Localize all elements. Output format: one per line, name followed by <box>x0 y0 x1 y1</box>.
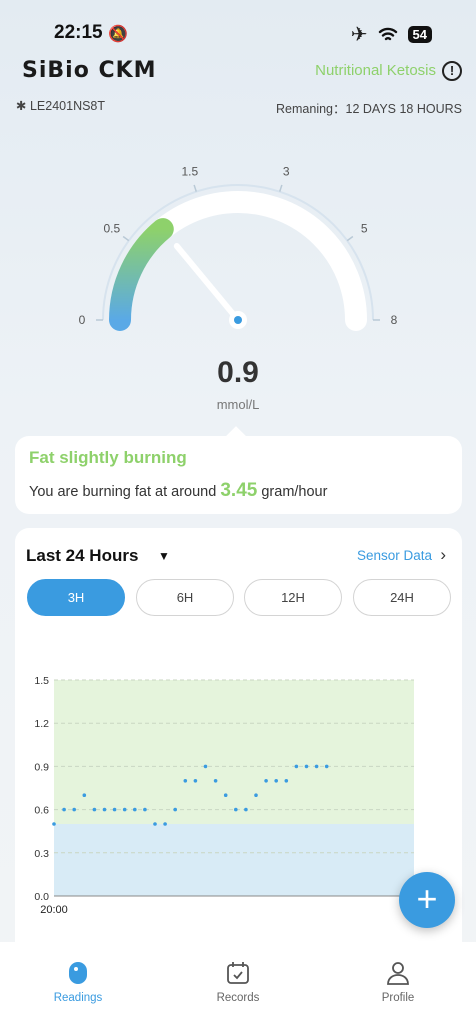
chart-point <box>314 764 319 769</box>
chart-point <box>254 793 258 797</box>
sensor-remaining: Remaning：12 DAYS 18 HOURS <box>276 102 462 116</box>
gauge-tick-label: 8 <box>391 313 398 327</box>
chart-point <box>82 793 87 797</box>
chart-point <box>122 807 127 812</box>
chart-point <box>244 807 248 812</box>
chart-point <box>284 779 289 783</box>
fat-burn-title: Fat slightly burning <box>29 448 187 467</box>
gauge-tick <box>279 184 283 192</box>
app-logo: SiBio CKM <box>22 58 157 83</box>
fat-burn-prefix: You are burning fat at around <box>29 484 217 500</box>
segment-3h[interactable]: 3H <box>27 579 125 616</box>
gauge-tick-label: 1.5 <box>181 165 198 179</box>
gauge-tick-label: 5 <box>361 221 368 235</box>
gauge-tick-label: 0.5 <box>103 221 120 235</box>
range-dropdown[interactable]: Last 24 Hours <box>26 546 138 566</box>
tab-profile-label: Profile <box>381 992 415 1004</box>
segment-6h[interactable]: 6H <box>136 579 234 616</box>
chart-band <box>54 824 414 896</box>
gauge-hub-dot <box>234 316 242 324</box>
chart-point <box>62 807 66 812</box>
device-id: ✱ LE2401NS8T <box>16 98 105 113</box>
chart-point <box>324 764 329 769</box>
reading-unit: mmol/L <box>216 397 260 412</box>
chart-y-tick: 1.5 <box>34 675 49 687</box>
wifi-icon <box>378 27 397 40</box>
calendar-icon <box>227 962 249 984</box>
chart-point <box>173 807 177 812</box>
chart-y-tick: 1.2 <box>34 718 49 730</box>
chart-point <box>163 822 167 826</box>
caret-down-icon[interactable]: ▼ <box>158 549 170 563</box>
tab-readings[interactable]: Readings <box>28 960 128 1004</box>
fat-burn-card: Fat slightly burning You are burning fat… <box>15 436 462 514</box>
gauge-track <box>109 191 367 331</box>
chart-point <box>223 793 228 797</box>
tab-records-label: Records <box>216 992 260 1004</box>
chart-point <box>112 807 117 812</box>
sensor-data-link[interactable]: Sensor Data <box>357 548 432 563</box>
chart-point <box>294 764 299 769</box>
add-button[interactable]: + <box>399 872 455 928</box>
chart-y-tick: 0.3 <box>34 848 49 860</box>
history-card: Last 24 Hours ▼ Sensor Data › 3H 6H 12H … <box>15 528 462 968</box>
chart-y-tick: 0.9 <box>34 761 49 773</box>
drop-icon <box>69 962 87 984</box>
bell-muted-icon: 🔕 <box>108 26 128 43</box>
fat-burn-suffix: gram/hour <box>261 484 328 500</box>
ketone-chart: 0.0 0.3 0.6 0.9 1.2 1.5 20:00 <box>34 675 414 916</box>
chart-point <box>72 807 76 812</box>
chart-point <box>133 807 137 812</box>
reading-value: 0.9 <box>217 356 259 389</box>
chart-point <box>52 822 56 826</box>
gauge-tick <box>346 235 354 242</box>
bluetooth-icon: ✱ <box>16 99 27 113</box>
chart-point <box>153 822 157 826</box>
gauge-tick <box>193 184 197 192</box>
fat-burn-rate: 3.45 <box>220 480 258 501</box>
tab-readings-label: Readings <box>53 992 103 1004</box>
chart-y-tick: 0.0 <box>34 891 49 903</box>
status-bar: 22:15 🔕 ✈ 54 <box>0 18 476 50</box>
status-time: 22:15 <box>54 22 103 43</box>
gauge-needle <box>173 243 241 323</box>
chart-point <box>102 807 107 812</box>
device-id-text: LE2401NS8T <box>29 99 106 113</box>
bottom-nav: Readings Records Profile <box>0 942 476 1024</box>
gauge-tick <box>122 235 130 242</box>
chart-point <box>183 779 188 783</box>
fat-burn-sentence: You are burning fat at around 3.45 gram/… <box>29 480 327 502</box>
battery-icon: 54 <box>407 26 432 43</box>
ketosis-status[interactable]: Nutritional Ketosis <box>315 62 436 79</box>
segment-24h[interactable]: 24H <box>353 579 451 616</box>
chart-point <box>234 807 238 812</box>
chart-point <box>213 779 218 783</box>
segment-12h[interactable]: 12H <box>244 579 342 616</box>
person-icon <box>387 962 409 985</box>
chart-point <box>92 807 97 812</box>
chart-point <box>274 779 279 783</box>
chart-point <box>203 764 208 769</box>
airplane-icon: ✈ <box>350 24 368 46</box>
gauge-tick-label: 0 <box>79 313 86 327</box>
tab-profile[interactable]: Profile <box>348 960 448 1004</box>
gauge-tick-label: 3 <box>283 165 290 179</box>
chevron-right-icon[interactable]: › <box>440 545 446 565</box>
chart-point <box>143 807 147 812</box>
chart-point <box>264 779 268 783</box>
tab-records[interactable]: Records <box>188 960 288 1004</box>
info-icon[interactable]: ! <box>442 61 462 81</box>
chart-y-tick: 0.6 <box>34 805 49 817</box>
chart-x-tick: 20:00 <box>40 904 68 916</box>
chart-point <box>304 764 309 769</box>
chart-point <box>193 779 198 783</box>
chart-band <box>54 680 414 824</box>
